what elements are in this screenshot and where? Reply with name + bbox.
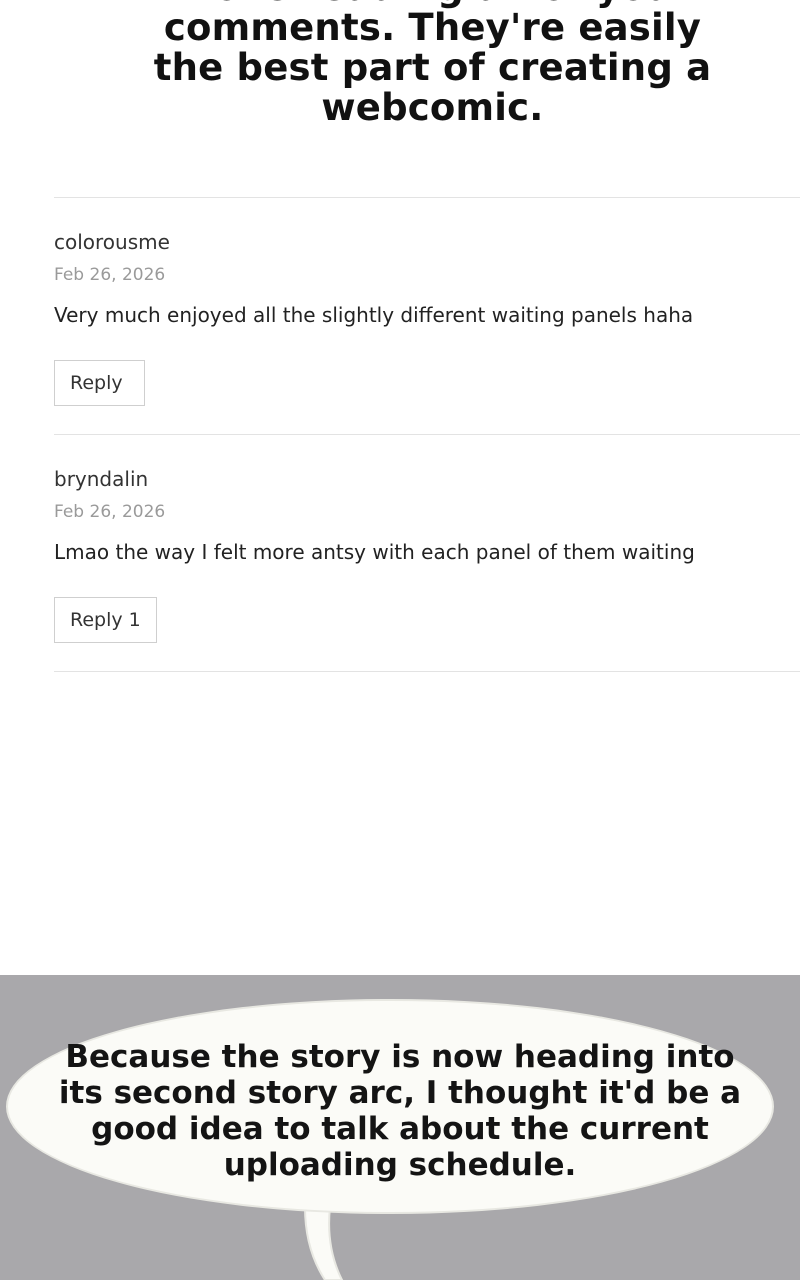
reply-label: Reply [70,372,123,394]
reply-count: 1 [128,609,141,631]
comic-panel-bottom: Because the story is now heading into it… [0,975,800,1280]
comment-date: Feb 26, 2026 [54,502,166,522]
comment-date: Feb 26, 2026 [54,265,166,285]
reply-button[interactable]: Reply 1 [54,597,157,643]
comment-item: colorousme Feb 26, 2026 Very much enjoye… [54,197,800,434]
reply-label: Reply [70,609,123,631]
comment-body: Very much enjoyed all the slightly diffe… [54,303,694,327]
comment-author[interactable]: colorousme [54,230,170,254]
reply-button[interactable]: Reply [54,360,145,406]
comic-caption-text: I love reading all of your comments. The… [153,0,712,129]
comment-item: bryndalin Feb 26, 2026 Lmao the way I fe… [54,434,800,672]
comic-panel-top: I love reading all of your comments. The… [0,0,800,165]
comment-author[interactable]: bryndalin [54,467,148,491]
speech-bubble-text: Because the story is now heading into it… [58,1039,742,1183]
comment-list: colorousme Feb 26, 2026 Very much enjoye… [54,197,800,672]
comment-body: Lmao the way I felt more antsy with each… [54,540,695,564]
